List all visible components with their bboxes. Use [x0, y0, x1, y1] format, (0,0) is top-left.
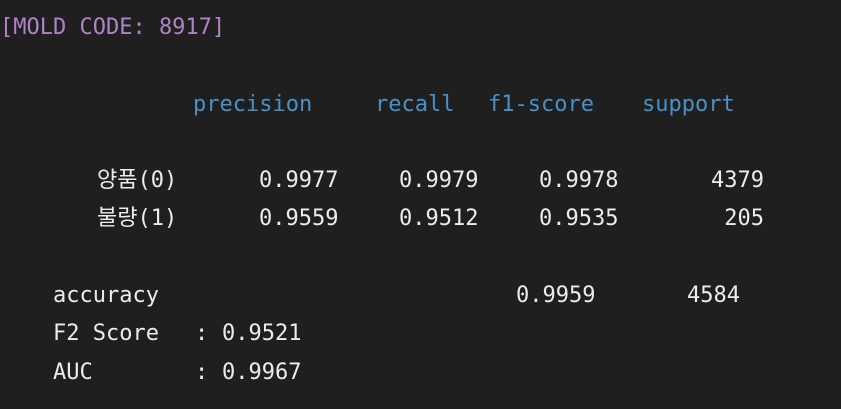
auc-label: AUC	[53, 360, 93, 385]
col-support-header: support	[642, 92, 735, 117]
f2-score-separator: :	[195, 321, 209, 346]
f2-score-value: 0.9521	[222, 321, 302, 346]
mold-code-header: [MOLD CODE: 8917]	[0, 15, 226, 40]
f2-score-label: F2 Score	[53, 321, 159, 346]
accuracy-support: 4584	[687, 283, 740, 308]
row-good-f1: 0.9978	[539, 168, 619, 193]
row-label-defect: 불량(1)	[97, 206, 178, 231]
row-defect-precision: 0.9559	[259, 206, 339, 231]
accuracy-f1: 0.9959	[516, 283, 596, 308]
accuracy-label: accuracy	[53, 283, 159, 308]
auc-separator: :	[195, 360, 209, 385]
row-defect-support: 205	[724, 206, 764, 231]
row-good-precision: 0.9977	[259, 168, 339, 193]
auc-value: 0.9967	[222, 360, 302, 385]
row-good-recall: 0.9979	[399, 168, 479, 193]
col-precision-header: precision	[193, 92, 313, 117]
col-recall-header: recall	[375, 92, 455, 117]
col-f1-score-header: f1-score	[488, 92, 594, 117]
row-good-support: 4379	[711, 168, 764, 193]
row-defect-f1: 0.9535	[539, 206, 619, 231]
row-defect-recall: 0.9512	[399, 206, 479, 231]
row-label-good: 양품(0)	[97, 168, 178, 193]
